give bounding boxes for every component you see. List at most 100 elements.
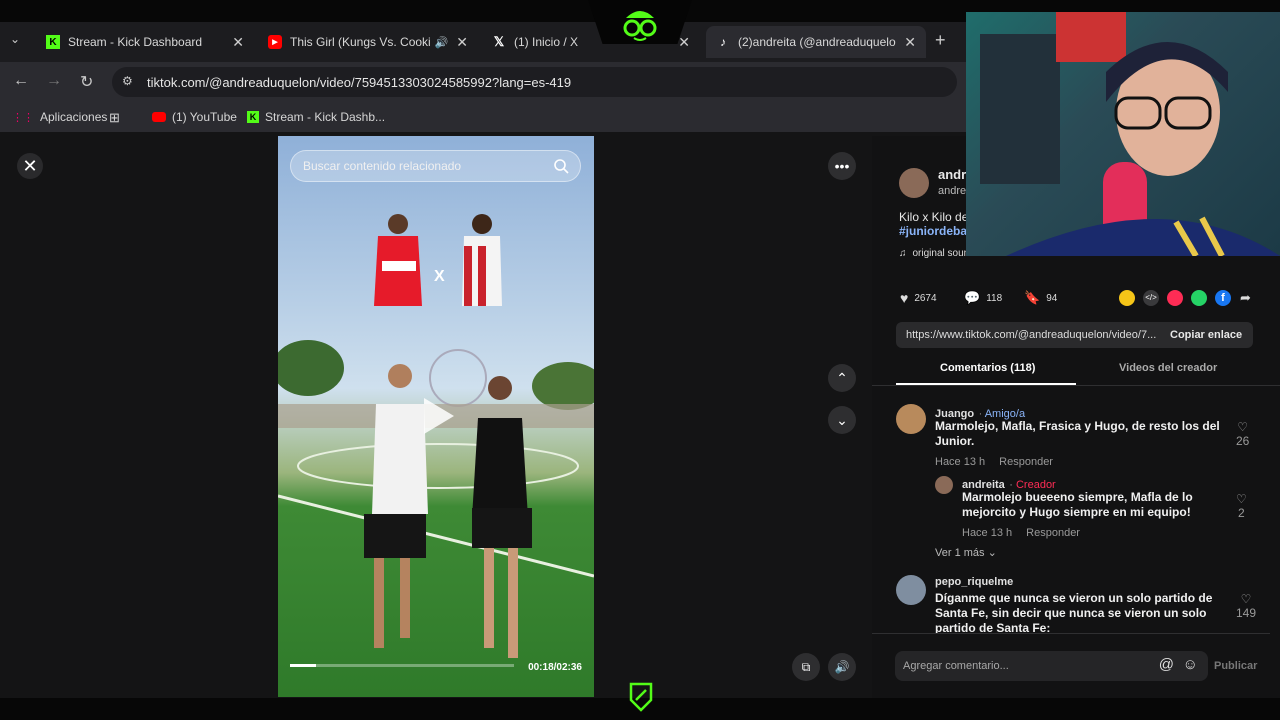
- bookmark-youtube[interactable]: (1) YouTube: [152, 110, 237, 124]
- comment-like[interactable]: ♡ 2: [1236, 492, 1247, 520]
- previous-video-button[interactable]: ⌃: [828, 364, 856, 392]
- youtube-icon: ▶: [268, 35, 282, 49]
- bookmark-apps[interactable]: ⋮⋮ Aplicaciones: [12, 110, 107, 124]
- post-caption: Kilo x Kilo de: [899, 210, 969, 224]
- back-icon[interactable]: ←: [13, 72, 29, 90]
- comment-bubble-icon: 💬: [964, 290, 981, 305]
- chevron-down-icon: ⌄: [987, 547, 997, 559]
- view-more-replies[interactable]: Ver 1 más ⌄: [935, 546, 997, 559]
- tab-creator-videos[interactable]: Videos del creador: [1119, 362, 1217, 374]
- comment-like-count: 2: [1238, 506, 1245, 520]
- reload-icon[interactable]: ↻: [80, 72, 93, 92]
- facebook-icon[interactable]: f: [1215, 290, 1231, 306]
- like-stat[interactable]: ♥ 2674: [900, 290, 937, 306]
- share-link-text[interactable]: https://www.tiktok.com/@andreaduquelon/v…: [906, 329, 1160, 341]
- comment-text: Díganme que nunca se vieron un solo part…: [935, 591, 1213, 633]
- comment-stat[interactable]: 💬 118: [964, 290, 1002, 306]
- avatar[interactable]: [935, 476, 953, 494]
- video-progress-fill: [290, 664, 316, 667]
- glasses-logo-icon: [623, 11, 657, 41]
- publish-button[interactable]: Publicar: [1214, 660, 1257, 672]
- kick-icon: K: [46, 35, 60, 49]
- save-count: 94: [1046, 292, 1058, 304]
- tab-bar: ⌄ K Stream - Kick Dashboard ✕ ▶ This Gir…: [0, 22, 966, 62]
- new-tab-button[interactable]: +: [935, 30, 946, 51]
- emoji-icon[interactable]: ☺: [1183, 656, 1198, 673]
- comment-username[interactable]: pepo_riquelme: [935, 576, 1013, 588]
- comment-like[interactable]: ♡ 26: [1236, 420, 1249, 448]
- shield-logo-icon: [629, 682, 653, 712]
- apps-grid-icon: ⋮⋮: [12, 111, 34, 124]
- video-frame-image: [278, 214, 594, 658]
- streamer-camera-image: [980, 12, 1280, 256]
- divider: [872, 633, 1270, 634]
- chevron-down-icon: ⌄: [836, 411, 848, 428]
- bookmark-kick[interactable]: K Stream - Kick Dashb...: [247, 110, 385, 124]
- heart-outline-icon: ♡: [1236, 492, 1247, 506]
- bookmark-icon: 🔖: [1024, 290, 1041, 305]
- avatar[interactable]: [896, 575, 926, 605]
- tab-title: Stream - Kick Dashboard: [68, 35, 203, 49]
- bookmark-label: Stream - Kick Dashb...: [265, 110, 386, 124]
- address-toolbar: ← → ↻ ⚙ tiktok.com/@andreaduquelon/video…: [0, 62, 966, 102]
- mention-icon[interactable]: @: [1159, 656, 1174, 673]
- comment-count: 118: [986, 292, 1003, 304]
- tab-kick-dashboard[interactable]: K Stream - Kick Dashboard ✕: [36, 26, 254, 58]
- search-icon[interactable]: [552, 157, 570, 175]
- like-count: 2674: [914, 292, 937, 304]
- speaker-icon[interactable]: 🔊: [435, 36, 449, 49]
- site-settings-icon[interactable]: ⚙: [122, 74, 133, 88]
- close-icon[interactable]: ✕: [904, 34, 916, 51]
- webcam-overlay: [966, 12, 1280, 256]
- save-stat[interactable]: 🔖 94: [1024, 290, 1057, 306]
- author-avatar[interactable]: [899, 168, 929, 198]
- tab-tiktok[interactable]: ♪ (2)andreita (@andreaduquelon) ✕: [706, 26, 926, 58]
- comment-time: Hace 13 h: [962, 527, 1013, 539]
- copy-link-button[interactable]: Copiar enlace: [1170, 329, 1242, 341]
- close-icon[interactable]: ✕: [456, 34, 468, 51]
- address-bar[interactable]: ⚙ tiktok.com/@andreaduquelon/video/75945…: [112, 67, 957, 97]
- share-repost-icon[interactable]: [1119, 290, 1135, 306]
- more-options-button[interactable]: •••: [828, 152, 856, 180]
- search-placeholder: Buscar contenido relacionado: [303, 159, 462, 173]
- video-progress-bar[interactable]: [290, 664, 514, 667]
- heart-outline-icon: ♡: [1237, 420, 1249, 434]
- video-player[interactable]: X Buscar contenido relacionado 00:18/02:…: [278, 136, 594, 697]
- embed-icon[interactable]: </>: [1143, 290, 1159, 306]
- reply-button[interactable]: Responder: [999, 456, 1053, 468]
- url-text[interactable]: tiktok.com/@andreaduquelon/video/7594513…: [147, 75, 571, 90]
- author-handle[interactable]: andre: [938, 185, 966, 197]
- tab-search-icon[interactable]: ⌄: [10, 32, 20, 46]
- comment-meta: Hace 13 h Responder: [935, 456, 1053, 468]
- share-arrow-icon[interactable]: ➦: [1240, 290, 1251, 306]
- reply-button[interactable]: Responder: [1026, 527, 1080, 539]
- volume-button[interactable]: 🔊: [828, 653, 856, 681]
- divider: [872, 385, 1280, 386]
- close-video-button[interactable]: ✕: [17, 153, 43, 179]
- comment-input[interactable]: Agregar comentario... @ ☺: [895, 651, 1208, 681]
- close-icon[interactable]: ✕: [232, 34, 244, 51]
- youtube-icon: [152, 112, 166, 122]
- video-search-input[interactable]: Buscar contenido relacionado: [290, 150, 581, 182]
- kick-icon: K: [247, 111, 259, 123]
- chevron-up-icon: ⌃: [836, 369, 848, 386]
- tab-title: (2)andreita (@andreaduquelon): [738, 35, 897, 49]
- whatsapp-icon[interactable]: [1191, 290, 1207, 306]
- post-hashtag[interactable]: #juniordeba: [899, 224, 967, 238]
- stream-logo-frame: [588, 0, 692, 44]
- comment-text: Marmolejo, Mafla, Frasica y Hugo, de res…: [935, 419, 1220, 448]
- send-icon[interactable]: [1167, 290, 1183, 306]
- author-username[interactable]: andr: [938, 167, 966, 182]
- tab-comments[interactable]: Comentarios (118): [940, 362, 1035, 374]
- avatar[interactable]: [896, 404, 926, 434]
- picture-in-picture-button[interactable]: ⧉: [792, 653, 820, 681]
- bookmark-grid[interactable]: ⊞: [109, 110, 120, 126]
- forward-icon[interactable]: →: [46, 72, 62, 90]
- comment-text: Marmolejo bueeeno siempre, Mafla de lo m…: [962, 490, 1193, 519]
- next-video-button[interactable]: ⌄: [828, 406, 856, 434]
- speaker-icon: 🔊: [834, 660, 850, 674]
- tab-youtube[interactable]: ▶ This Girl (Kungs Vs. Cookin' 🔊 ✕: [258, 26, 478, 58]
- comment-like[interactable]: ♡ 149: [1236, 592, 1256, 620]
- view-more-label: Ver 1 más: [935, 547, 985, 559]
- bookmark-label: Aplicaciones: [40, 110, 108, 124]
